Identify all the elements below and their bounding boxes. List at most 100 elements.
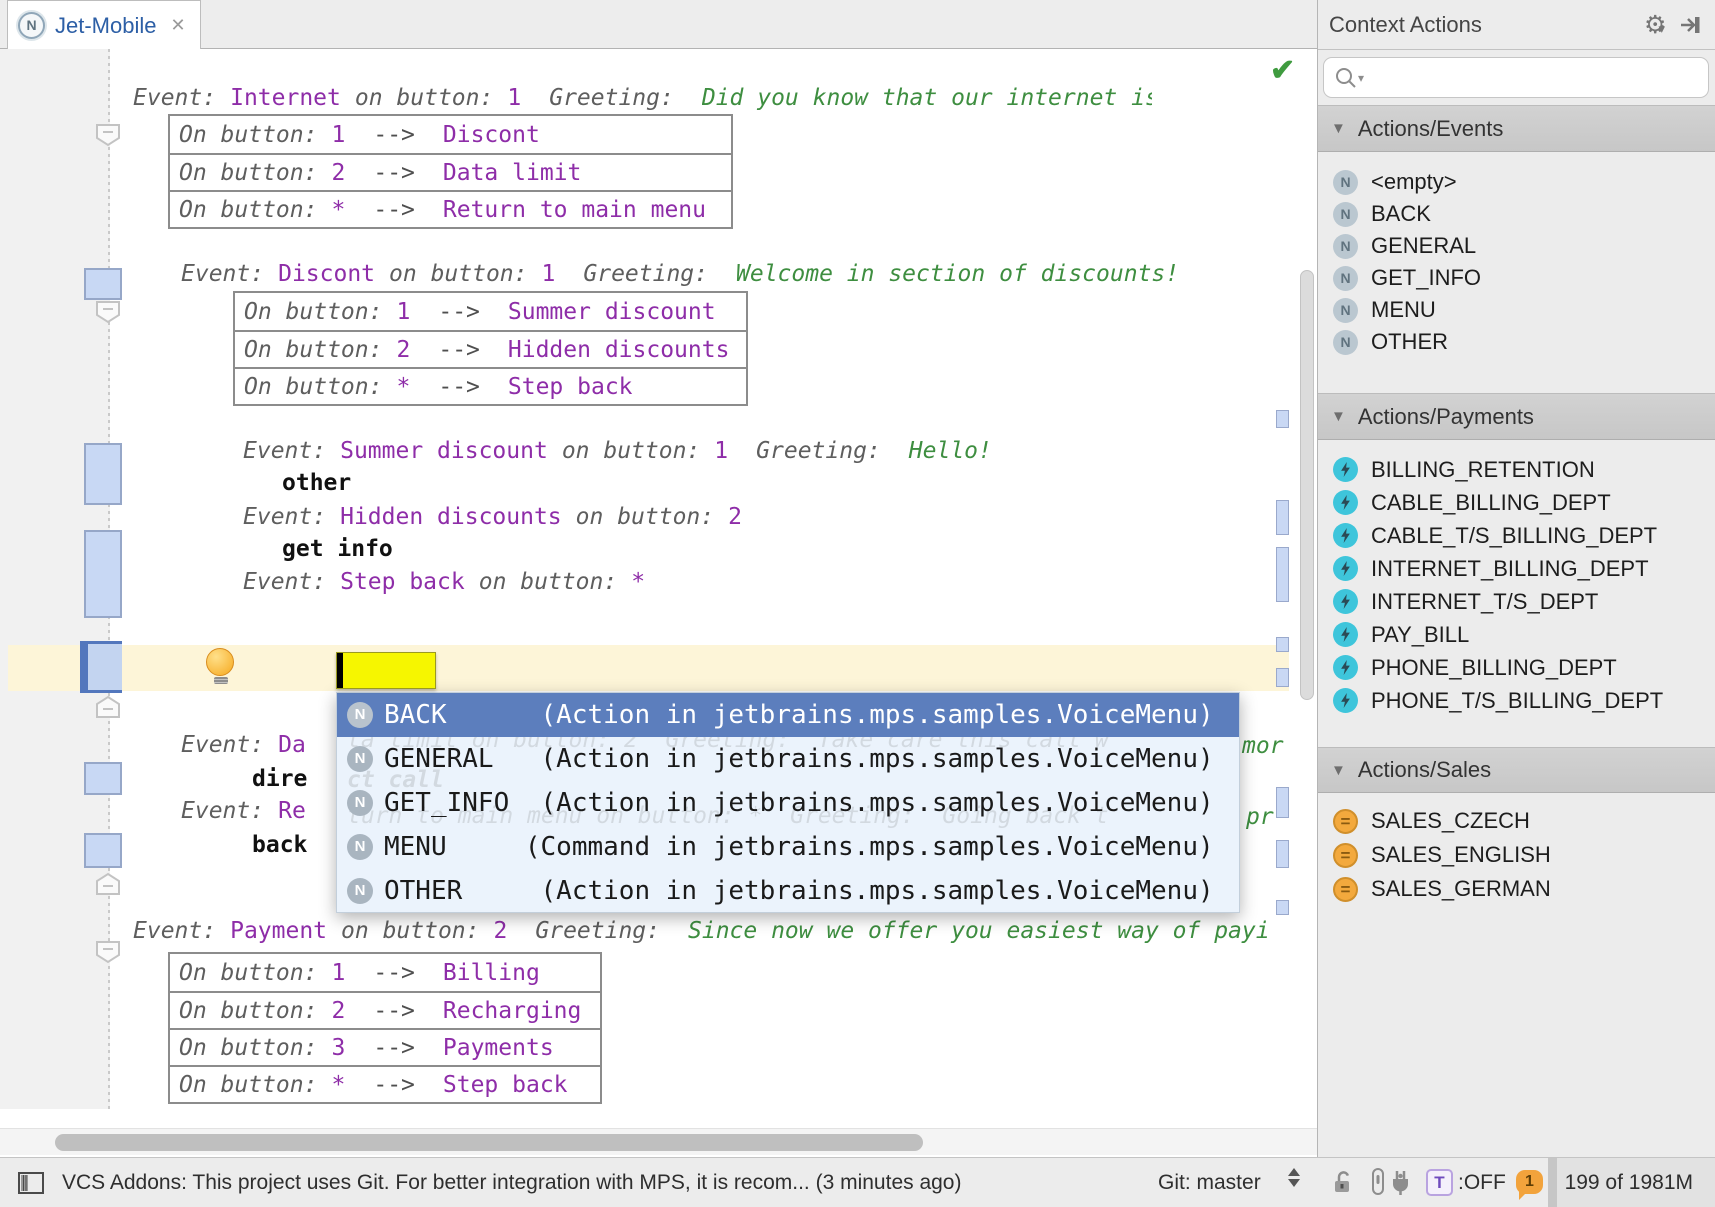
column-mode-icon[interactable] (1372, 1168, 1384, 1202)
table-row[interactable]: On button:1-->Summer discount (235, 293, 746, 330)
toggle-toolwindows-icon[interactable] (18, 1172, 44, 1200)
table-row[interactable]: On button:2-->Data limit (170, 153, 731, 190)
completion-item-get-info[interactable]: NGET_INFO (Action in jetbrains.mps.sampl… (337, 781, 1239, 825)
row-target[interactable]: Return to main menu (443, 197, 706, 223)
list-item[interactable]: =SALES_CZECH (1318, 804, 1715, 838)
row-target[interactable]: Recharging (443, 998, 581, 1024)
event-name[interactable]: Payment (230, 918, 327, 944)
event-name[interactable]: Step back (340, 569, 465, 595)
button-value[interactable]: 2 (494, 918, 508, 944)
fold-handle-icon[interactable] (95, 300, 121, 324)
action-cell[interactable]: back (252, 831, 307, 859)
unlock-icon[interactable] (1332, 1169, 1354, 1203)
table-row[interactable]: On button:*-->Step back (235, 367, 746, 404)
intention-bulb-icon[interactable] (206, 648, 236, 686)
stripe-marker[interactable] (1276, 787, 1289, 818)
notification-badge[interactable]: 1 (1516, 1170, 1543, 1194)
row-button[interactable]: 1 (331, 122, 345, 148)
event-name[interactable]: Discont (278, 261, 375, 287)
tab-jet-mobile[interactable]: N Jet-Mobile ✕ (7, 0, 201, 50)
list-item[interactable]: PHONE_BILLING_DEPT (1318, 651, 1715, 684)
collapse-icon[interactable]: ▼ (1331, 408, 1346, 425)
row-target[interactable]: Data limit (443, 160, 581, 186)
stripe-marker[interactable] (1276, 668, 1289, 687)
editor-pane[interactable]: ✔ Event:Interneton button:1Greeting:Did … (0, 49, 1317, 1157)
plugin-plug-icon[interactable] (1388, 1168, 1412, 1202)
search-caret-icon[interactable]: ▾ (1358, 71, 1364, 85)
table-row[interactable]: On button:3-->Payments (170, 1028, 600, 1065)
row-button[interactable]: * (331, 197, 345, 223)
row-target[interactable]: Step back (443, 1072, 568, 1098)
button-value[interactable]: 1 (507, 85, 521, 111)
row-button[interactable]: * (331, 1072, 345, 1098)
button-value[interactable]: 1 (714, 438, 728, 464)
table-row[interactable]: On button:1-->Discont (170, 116, 731, 153)
event-name[interactable]: Summer discount (340, 438, 548, 464)
memory-indicator[interactable]: 199 of 1981M (1548, 1158, 1715, 1207)
row-button[interactable]: 2 (396, 337, 410, 363)
table-row[interactable]: On button:2-->Hidden discounts (235, 330, 746, 367)
search-input[interactable]: ▾ (1323, 57, 1709, 98)
branch-switch-icon[interactable] (1288, 1168, 1300, 1187)
button-value[interactable]: 1 (542, 261, 556, 287)
row-target[interactable]: Summer discount (508, 299, 716, 325)
horizontal-scrollbar[interactable] (55, 1134, 923, 1151)
row-button[interactable]: 1 (396, 299, 410, 325)
list-item[interactable]: NBACK (1318, 198, 1715, 230)
section-header-payments[interactable]: ▼ Actions/Payments (1318, 393, 1715, 440)
greeting-string[interactable]: Did you know that our internet is faster (702, 84, 1152, 112)
event-name[interactable]: Re (278, 798, 306, 824)
table-row[interactable]: On button:*-->Step back (170, 1065, 600, 1102)
fold-handle-icon[interactable] (95, 872, 121, 896)
action-cell[interactable]: dire (252, 765, 307, 793)
edited-cell[interactable] (336, 652, 436, 689)
completion-item-back[interactable]: NBACK (Action in jetbrains.mps.samples.V… (337, 693, 1239, 737)
stripe-marker[interactable] (1276, 500, 1289, 535)
list-item[interactable]: =SALES_ENGLISH (1318, 838, 1715, 872)
table-row[interactable]: On button:2-->Recharging (170, 991, 600, 1028)
stripe-marker[interactable] (1276, 547, 1289, 602)
stripe-marker[interactable] (1276, 900, 1289, 915)
list-item[interactable]: N<empty> (1318, 166, 1715, 198)
tab-close-icon[interactable]: ✕ (170, 15, 185, 36)
list-item[interactable]: INTERNET_T/S_DEPT (1318, 585, 1715, 618)
fold-handle-icon[interactable] (95, 695, 121, 719)
row-button[interactable]: 2 (331, 160, 345, 186)
fold-handle-icon[interactable] (95, 940, 121, 964)
collapse-icon[interactable]: ▼ (1331, 762, 1346, 779)
completion-item-other[interactable]: NOTHER (Action in jetbrains.mps.samples.… (337, 869, 1239, 913)
list-item[interactable]: PHONE_T/S_BILLING_DEPT (1318, 684, 1715, 717)
event-name[interactable]: Internet (230, 85, 341, 111)
row-button[interactable]: 3 (331, 1035, 345, 1061)
list-item[interactable]: CABLE_BILLING_DEPT (1318, 486, 1715, 519)
typesystem-toggle[interactable]: T (1426, 1169, 1453, 1196)
event-name[interactable]: Hidden discounts (340, 504, 562, 530)
vertical-scrollbar[interactable] (1300, 270, 1314, 700)
list-item[interactable]: =SALES_GERMAN (1318, 872, 1715, 906)
list-item[interactable]: CABLE_T/S_BILLING_DEPT (1318, 519, 1715, 552)
action-cell[interactable]: get info (282, 535, 393, 563)
greeting-string[interactable]: Welcome in section of discounts! (736, 261, 1179, 287)
table-row[interactable]: On button:1-->Billing (170, 954, 600, 991)
fold-handle-icon[interactable] (95, 123, 121, 147)
row-target[interactable]: Payments (443, 1035, 554, 1061)
button-value[interactable]: 2 (728, 504, 742, 530)
button-value[interactable]: * (631, 569, 645, 595)
greeting-string[interactable]: Since now we offer you easiest way of pa… (688, 918, 1270, 944)
stripe-marker[interactable] (1276, 410, 1289, 428)
completion-item-menu[interactable]: NMENU (Command in jetbrains.mps.samples.… (337, 825, 1239, 869)
row-button[interactable]: * (396, 374, 410, 400)
section-header-events[interactable]: ▼ Actions/Events (1318, 105, 1715, 152)
section-header-sales[interactable]: ▼ Actions/Sales (1318, 747, 1715, 793)
row-button[interactable]: 1 (331, 960, 345, 986)
row-button[interactable]: 2 (331, 998, 345, 1024)
list-item[interactable]: NOTHER (1318, 326, 1715, 358)
list-item[interactable]: NGENERAL (1318, 230, 1715, 262)
row-target[interactable]: Discont (443, 122, 540, 148)
table-row[interactable]: On button:*-->Return to main menu (170, 190, 731, 227)
greeting-string[interactable]: Hello! (909, 438, 992, 464)
gear-icon[interactable]: ⚙▾ (1644, 10, 1665, 40)
status-message[interactable]: VCS Addons: This project uses Git. For b… (62, 1171, 961, 1195)
row-target[interactable]: Billing (443, 960, 540, 986)
action-cell[interactable]: other (282, 469, 351, 497)
